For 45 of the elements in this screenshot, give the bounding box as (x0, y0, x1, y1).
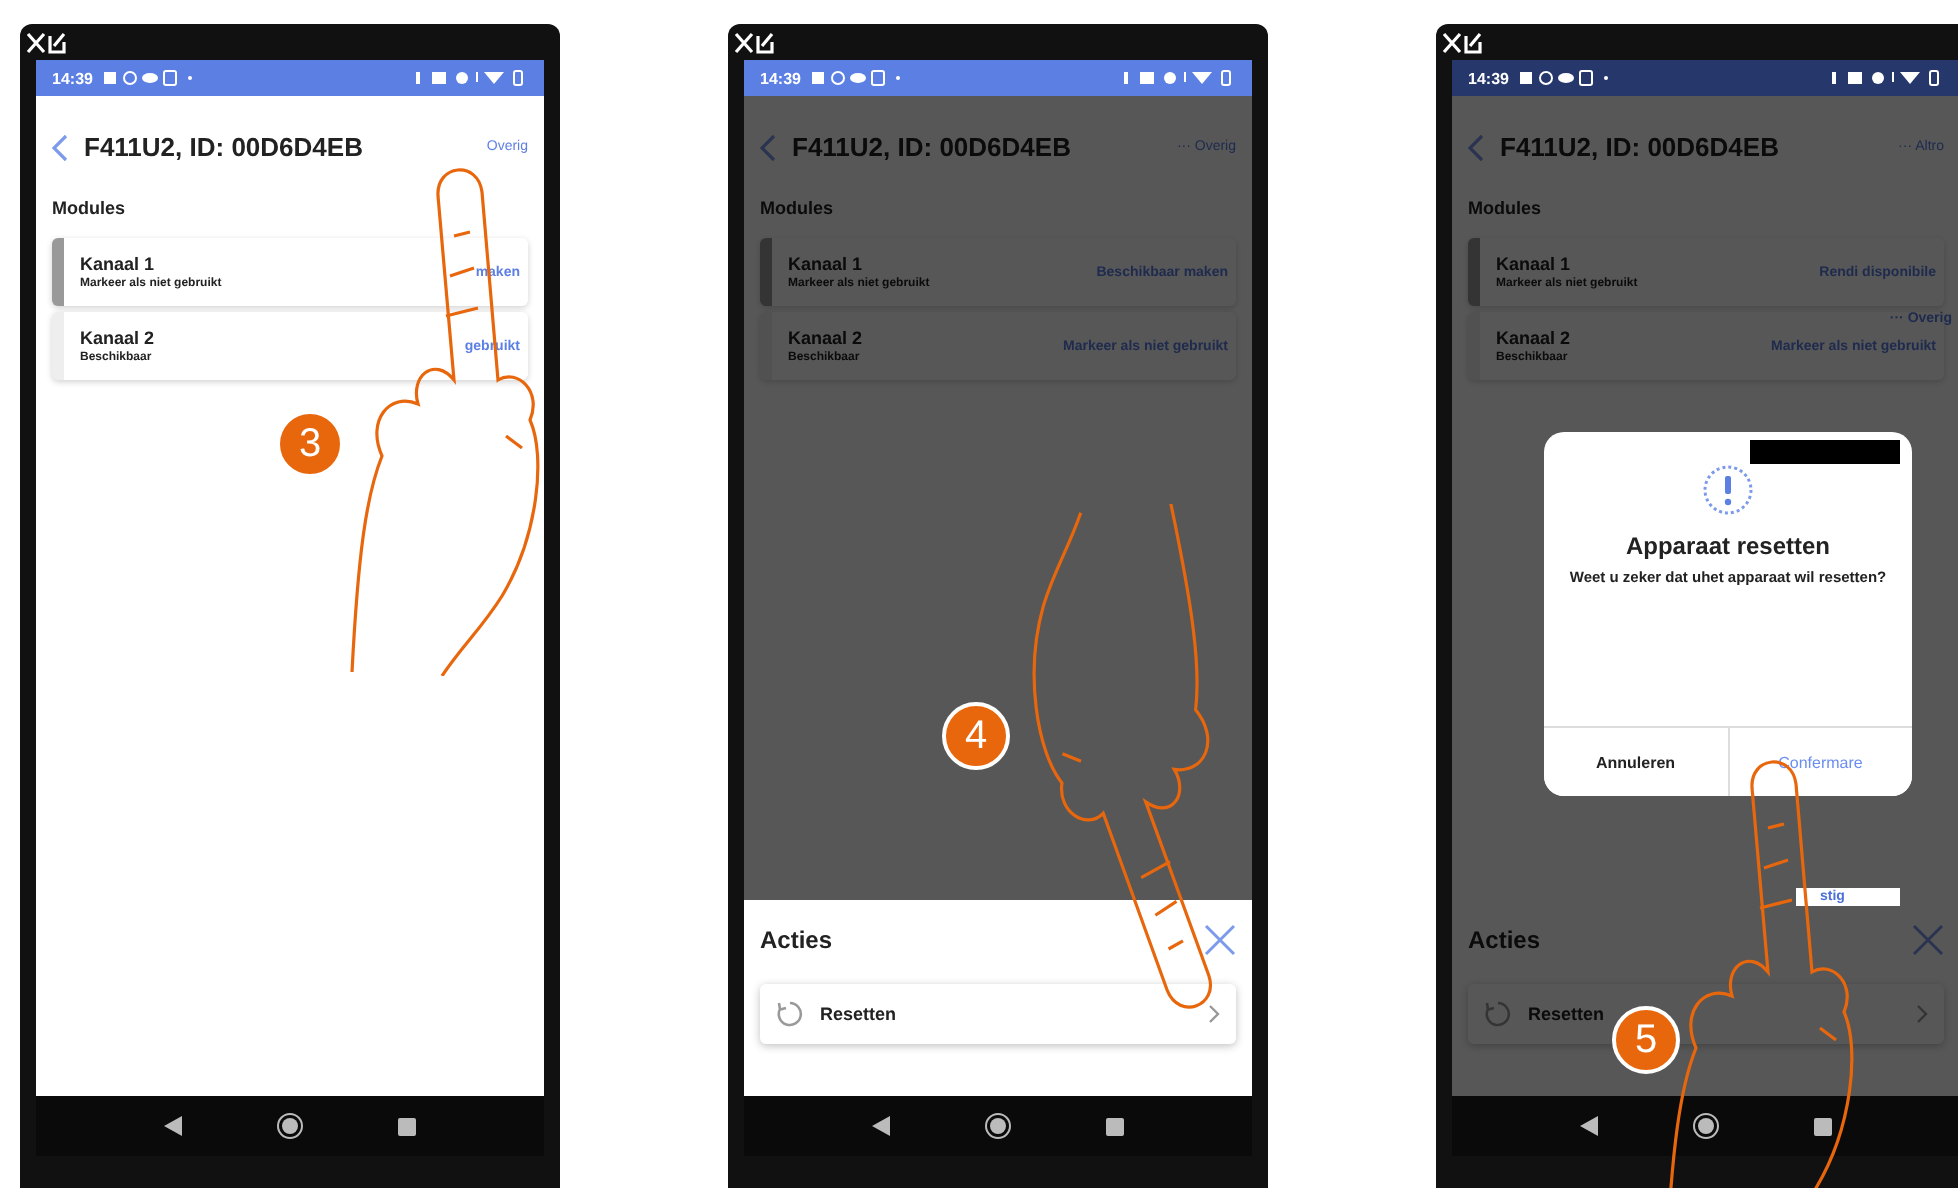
back-icon[interactable] (52, 133, 68, 161)
recents-nav-icon[interactable] (1814, 1117, 1833, 1135)
back-nav-icon[interactable] (1579, 1116, 1598, 1136)
home-nav-icon[interactable] (1691, 1112, 1720, 1140)
module-title: Kanaal 2 (788, 328, 865, 348)
reset-icon (776, 1000, 804, 1028)
section-title: Modules (1468, 198, 1544, 218)
close-icon[interactable] (1204, 924, 1236, 956)
home-nav-icon[interactable] (983, 1112, 1012, 1140)
notification-icons (1520, 70, 1613, 86)
notification-icons (812, 70, 905, 86)
reset-icon (1484, 1000, 1512, 1028)
back-nav-icon[interactable] (163, 1116, 182, 1136)
close-edit-icon (26, 32, 66, 54)
module-title: Kanaal 1 (80, 254, 157, 274)
back-nav-icon[interactable] (871, 1116, 890, 1136)
device-title: F411U2, ID: 00D6D4EB (792, 132, 1073, 162)
home-nav-icon[interactable] (275, 1112, 304, 1140)
section-title: Modules (52, 198, 128, 218)
system-icons (1832, 70, 1944, 86)
recents-nav-icon[interactable] (1106, 1117, 1125, 1135)
notification-icons (104, 70, 197, 86)
reset-item[interactable]: Resetten (760, 984, 1236, 1044)
status-time: 14:39 (760, 69, 801, 87)
recents-nav-icon[interactable] (398, 1117, 417, 1135)
module-title: Kanaal 1 (788, 254, 865, 274)
system-icons (1124, 70, 1236, 86)
section-title: Modules (760, 198, 836, 218)
chevron-icon (1208, 1004, 1220, 1024)
sheet-title: Acties (1468, 926, 1541, 954)
close-edit-icon (734, 32, 774, 54)
device-title: F411U2, ID: 00D6D4EB (84, 132, 365, 162)
system-icons (416, 70, 528, 86)
sheet-title: Acties (760, 926, 833, 954)
module-title: Kanaal 2 (1496, 328, 1573, 348)
alert-icon (1702, 464, 1754, 516)
status-time: 14:39 (52, 69, 93, 87)
module-title: Kanaal 1 (1496, 254, 1573, 274)
status-time: 14:39 (1468, 69, 1509, 87)
chevron-icon (1916, 1004, 1928, 1024)
module-title: Kanaal 2 (80, 328, 157, 348)
confirm-button[interactable]: Confermare (1727, 728, 1912, 796)
device-title: F411U2, ID: 00D6D4EB (1500, 132, 1781, 162)
close-edit-icon (1442, 32, 1482, 54)
dialog-title: Apparaat resetten (1625, 532, 1831, 560)
